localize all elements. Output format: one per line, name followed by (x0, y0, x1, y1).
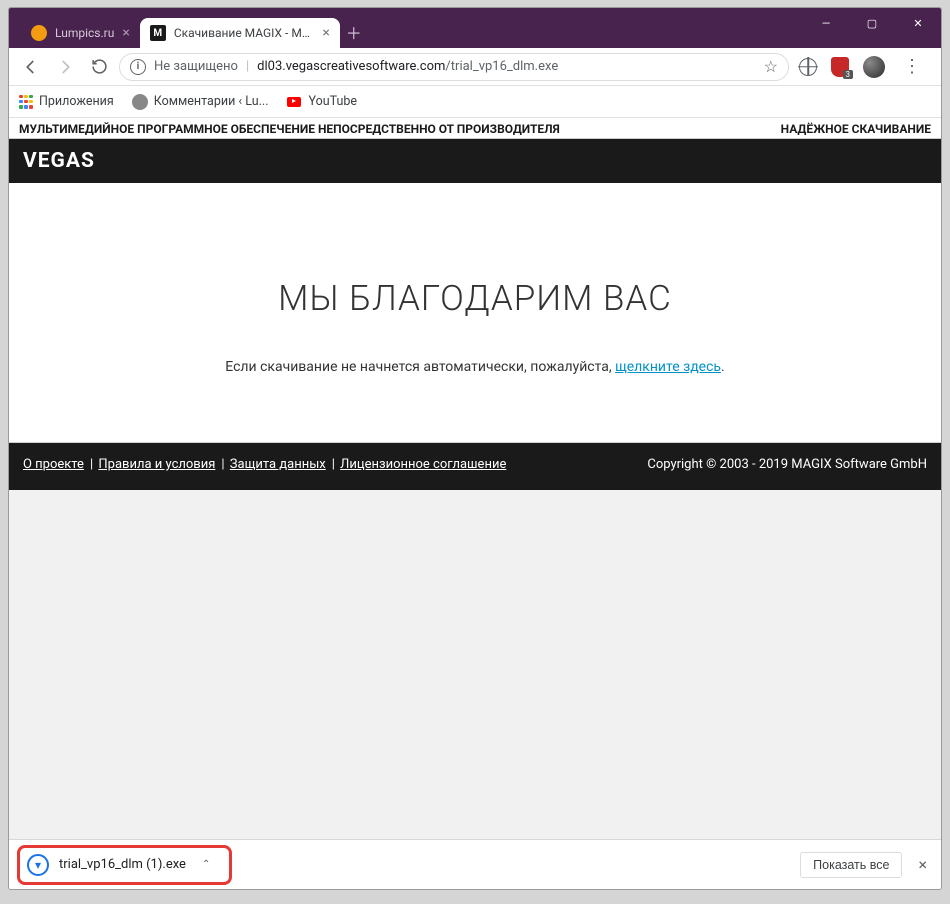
close-window-button[interactable]: ✕ (895, 8, 941, 38)
main-area: МЫ БЛАГОДАРИМ ВАС Если скачивание не нач… (9, 183, 941, 443)
page-footer: О проекте| Правила и условия| Защита дан… (9, 443, 941, 490)
info-strip: МУЛЬТИМЕДИЙНОЕ ПРОГРАММНОЕ ОБЕСПЕЧЕНИЕ Н… (9, 118, 941, 139)
download-shelf-actions: Показать все × (800, 852, 931, 878)
apps-grid-icon (19, 95, 33, 109)
brand-bar: VEGAS (9, 139, 941, 183)
adblock-shield-icon[interactable]: 3 (831, 57, 849, 77)
tab-label: Lumpics.ru (55, 26, 114, 40)
profile-avatar[interactable] (863, 56, 885, 78)
download-link[interactable]: щелкните здесь (615, 359, 721, 375)
bookmark-item-youtube[interactable]: YouTube (286, 94, 357, 110)
footer-link-license[interactable]: Лицензионное соглашение (340, 457, 506, 472)
chevron-up-icon[interactable]: ⌃ (202, 859, 210, 870)
tab-close-icon[interactable]: × (122, 25, 129, 41)
tab-magix[interactable]: M Скачивание MAGIX - Мы благо... × (140, 18, 340, 48)
apps-label: Приложения (39, 94, 114, 109)
omnibox[interactable]: i Не защищено | dl03.vegascreativesoftwa… (119, 53, 789, 81)
subtitle: Если скачивание не начнется автоматическ… (9, 359, 941, 375)
favicon-generic-icon (132, 94, 148, 110)
favicon-magix-icon: M (150, 25, 166, 41)
apps-button[interactable]: Приложения (19, 94, 114, 109)
footer-link-about[interactable]: О проекте (23, 457, 84, 472)
show-all-button[interactable]: Показать все (800, 852, 902, 878)
footer-link-privacy[interactable]: Защита данных (230, 457, 326, 472)
shield-badge: 3 (843, 70, 854, 79)
close-shelf-icon[interactable]: × (914, 855, 931, 874)
footer-link-terms[interactable]: Правила и условия (98, 457, 215, 472)
back-button[interactable] (17, 53, 45, 81)
bookmark-star-icon[interactable]: ☆ (764, 57, 778, 76)
bookmark-item-comments[interactable]: Комментарии ‹ Lu... (132, 94, 269, 110)
site-info-icon[interactable]: i (130, 59, 146, 75)
tab-bar: Lumpics.ru × M Скачивание MAGIX - Мы бла… (9, 8, 941, 48)
extension-icons: 3 ⋮ (795, 56, 933, 78)
browser-window: Lumpics.ru × M Скачивание MAGIX - Мы бла… (8, 7, 942, 890)
globe-icon[interactable] (799, 58, 817, 76)
bookmarks-bar: Приложения Комментарии ‹ Lu... YouTube (9, 86, 941, 118)
security-label: Не защищено (154, 59, 238, 74)
empty-area (9, 490, 941, 839)
divider: | (246, 59, 249, 74)
minimize-button[interactable]: — (803, 8, 849, 38)
favicon-youtube-icon (286, 94, 302, 110)
address-bar: i Не защищено | dl03.vegascreativesoftwa… (9, 48, 941, 86)
copyright-text: Copyright © 2003 - 2019 MAGIX Software G… (647, 457, 927, 472)
bookmark-label: Комментарии ‹ Lu... (154, 94, 269, 109)
tab-label: Скачивание MAGIX - Мы благо... (174, 26, 315, 40)
file-download-icon: ▾ (27, 854, 49, 876)
strip-left-text: МУЛЬТИМЕДИЙНОЕ ПРОГРАММНОЕ ОБЕСПЕЧЕНИЕ Н… (19, 122, 560, 136)
download-item[interactable]: ▾ trial_vp16_dlm (1).exe ⌃ (19, 847, 222, 883)
download-shelf: ▾ trial_vp16_dlm (1).exe ⌃ Показать все … (9, 839, 941, 889)
new-tab-button[interactable]: ＋ (340, 18, 368, 46)
maximize-button[interactable]: ▢ (849, 8, 895, 38)
tab-lumpics[interactable]: Lumpics.ru × (21, 18, 140, 48)
window-controls: — ▢ ✕ (803, 8, 941, 38)
tab-close-icon[interactable]: × (322, 25, 329, 41)
download-filename: trial_vp16_dlm (1).exe (59, 857, 186, 872)
page-title: МЫ БЛАГОДАРИМ ВАС (9, 278, 941, 319)
menu-kebab-icon[interactable]: ⋮ (899, 56, 925, 77)
tabs: Lumpics.ru × M Скачивание MAGIX - Мы бла… (17, 8, 368, 48)
strip-right-text: НАДЁЖНОЕ СКАЧИВАНИЕ (781, 122, 931, 136)
brand-logo-text: VEGAS (23, 149, 95, 173)
bookmark-label: YouTube (308, 94, 357, 109)
reload-button[interactable] (85, 53, 113, 81)
footer-links: О проекте| Правила и условия| Защита дан… (23, 457, 510, 472)
favicon-lumpics-icon (31, 25, 47, 41)
url-text: dl03.vegascreativesoftware.com/trial_vp1… (257, 59, 558, 74)
forward-button[interactable] (51, 53, 79, 81)
page-content: МУЛЬТИМЕДИЙНОЕ ПРОГРАММНОЕ ОБЕСПЕЧЕНИЕ Н… (9, 118, 941, 839)
